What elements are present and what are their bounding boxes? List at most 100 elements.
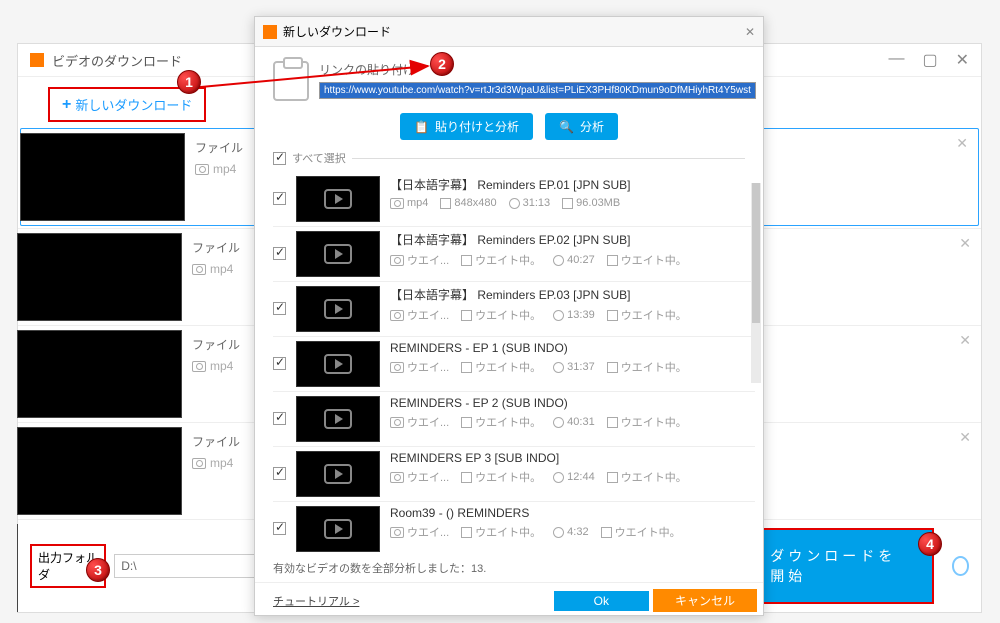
folder-icon bbox=[607, 417, 618, 428]
video-format: ウエイ... bbox=[390, 252, 449, 268]
camera-icon bbox=[390, 255, 404, 266]
divider bbox=[352, 158, 745, 159]
analyze-button[interactable]: 🔍 分析 bbox=[545, 113, 618, 140]
dialog-close-button[interactable]: ✕ bbox=[745, 25, 755, 39]
play-icon bbox=[324, 244, 352, 264]
remove-item-button[interactable]: ✕ bbox=[956, 135, 968, 152]
play-icon bbox=[324, 464, 352, 484]
camera-icon bbox=[390, 198, 404, 209]
resolution-icon bbox=[461, 472, 472, 483]
video-list[interactable]: 【日本語字幕】 Reminders EP.01 [JPN SUB] mp4 84… bbox=[255, 166, 763, 554]
video-thumbnail bbox=[20, 133, 185, 221]
alarm-icon[interactable] bbox=[952, 556, 969, 576]
camera-icon bbox=[390, 417, 404, 428]
video-title: REMINDERS - EP 2 (SUB INDO) bbox=[390, 396, 755, 410]
resolution-icon bbox=[461, 417, 472, 428]
maximize-button[interactable]: ▢ bbox=[922, 50, 937, 70]
app-logo-icon bbox=[30, 53, 44, 67]
video-title: Room39 - () REMINDERS bbox=[390, 506, 755, 520]
folder-icon bbox=[601, 527, 612, 538]
video-checkbox[interactable] bbox=[273, 412, 286, 425]
video-item[interactable]: 【日本語字幕】 Reminders EP.03 [JPN SUB] ウエイ...… bbox=[273, 282, 755, 337]
video-checkbox[interactable] bbox=[273, 357, 286, 370]
video-size: ウエイト中。 bbox=[607, 469, 687, 485]
video-format: ウエイ... bbox=[390, 524, 449, 540]
clock-icon bbox=[553, 472, 564, 483]
file-label: ファイル bbox=[195, 139, 243, 156]
close-button[interactable]: ✕ bbox=[956, 50, 969, 70]
minimize-button[interactable]: — bbox=[888, 50, 904, 70]
remove-item-button[interactable]: ✕ bbox=[959, 235, 971, 252]
clock-icon bbox=[509, 198, 520, 209]
video-format: ウエイ... bbox=[390, 414, 449, 430]
main-title: ビデオのダウンロード bbox=[52, 51, 182, 70]
clock-icon bbox=[553, 527, 564, 538]
paste-analyze-button[interactable]: 📋 貼り付けと分析 bbox=[400, 113, 533, 140]
file-label: ファイル bbox=[192, 433, 240, 450]
camera-icon bbox=[192, 458, 206, 469]
file-label: ファイル bbox=[192, 336, 240, 353]
folder-icon bbox=[607, 255, 618, 266]
video-thumbnail bbox=[296, 506, 380, 552]
select-all-row: すべて選択 bbox=[255, 150, 763, 166]
window-controls: — ▢ ✕ bbox=[888, 50, 969, 70]
play-icon bbox=[324, 354, 352, 374]
tutorial-link[interactable]: チュートリアル > bbox=[273, 593, 359, 609]
video-item[interactable]: 【日本語字幕】 Reminders EP.01 [JPN SUB] mp4 84… bbox=[273, 172, 755, 227]
ok-button[interactable]: Ok bbox=[554, 591, 649, 611]
video-duration: 31:13 bbox=[509, 197, 551, 209]
scrollbar[interactable] bbox=[751, 183, 761, 383]
video-duration: 12:44 bbox=[553, 471, 595, 483]
video-checkbox[interactable] bbox=[273, 302, 286, 315]
play-icon bbox=[324, 299, 352, 319]
video-item[interactable]: 【日本語字幕】 Reminders EP.02 [JPN SUB] ウエイ...… bbox=[273, 227, 755, 282]
video-thumbnail bbox=[17, 233, 182, 321]
video-thumbnail bbox=[296, 176, 380, 222]
clock-icon bbox=[553, 417, 564, 428]
video-size: 96.03MB bbox=[562, 197, 620, 209]
camera-icon bbox=[390, 362, 404, 373]
video-size: ウエイト中。 bbox=[607, 414, 687, 430]
remove-item-button[interactable]: ✕ bbox=[959, 429, 971, 446]
clock-icon bbox=[553, 310, 564, 321]
video-title: 【日本語字幕】 Reminders EP.01 [JPN SUB] bbox=[390, 176, 755, 193]
video-item[interactable]: REMINDERS - EP 2 (SUB INDO) ウエイ... ウエイト中… bbox=[273, 392, 755, 447]
video-format: ウエイ... bbox=[390, 469, 449, 485]
video-thumbnail bbox=[296, 451, 380, 497]
annotation-badge-1: 1 bbox=[177, 70, 201, 94]
video-item[interactable]: REMINDERS - EP 1 (SUB INDO) ウエイ... ウエイト中… bbox=[273, 337, 755, 392]
video-checkbox[interactable] bbox=[273, 192, 286, 205]
video-checkbox[interactable] bbox=[273, 522, 286, 535]
video-resolution: ウエイト中。 bbox=[461, 252, 541, 268]
paste-analyze-label: 貼り付けと分析 bbox=[435, 118, 519, 135]
video-thumbnail bbox=[17, 427, 182, 515]
file-label: ファイル bbox=[192, 239, 240, 256]
start-download-button[interactable]: ダウンロードを開始 bbox=[742, 528, 933, 604]
folder-icon bbox=[607, 310, 618, 321]
video-item[interactable]: REMINDERS EP 3 [SUB INDO] ウエイ... ウエイト中。 … bbox=[273, 447, 755, 502]
video-size: ウエイト中。 bbox=[607, 359, 687, 375]
scrollbar-handle[interactable] bbox=[752, 183, 760, 323]
play-icon bbox=[324, 519, 352, 539]
folder-icon bbox=[607, 472, 618, 483]
video-duration: 13:39 bbox=[553, 309, 595, 321]
remove-item-button[interactable]: ✕ bbox=[959, 332, 971, 349]
video-thumbnail bbox=[296, 286, 380, 332]
video-checkbox[interactable] bbox=[273, 247, 286, 260]
clock-icon bbox=[553, 362, 564, 373]
select-all-checkbox[interactable] bbox=[273, 152, 286, 165]
annotation-badge-4: 4 bbox=[918, 532, 942, 556]
video-resolution: ウエイト中。 bbox=[461, 307, 541, 323]
cancel-button[interactable]: キャンセル bbox=[653, 589, 757, 612]
url-input[interactable]: https://www.youtube.com/watch?v=rtJr3d3W… bbox=[319, 82, 756, 99]
video-checkbox[interactable] bbox=[273, 467, 286, 480]
dialog-title: 新しいダウンロード bbox=[283, 23, 391, 40]
camera-icon bbox=[390, 310, 404, 321]
video-item[interactable]: Room39 - () REMINDERS ウエイ... ウエイト中。 4:32… bbox=[273, 502, 755, 554]
video-resolution: ウエイト中。 bbox=[461, 469, 541, 485]
resolution-icon bbox=[461, 362, 472, 373]
clock-icon bbox=[553, 255, 564, 266]
camera-icon bbox=[390, 527, 404, 538]
dialog-bottom-bar: チュートリアル > Ok キャンセル bbox=[255, 582, 763, 615]
video-resolution: ウエイト中。 bbox=[461, 414, 541, 430]
